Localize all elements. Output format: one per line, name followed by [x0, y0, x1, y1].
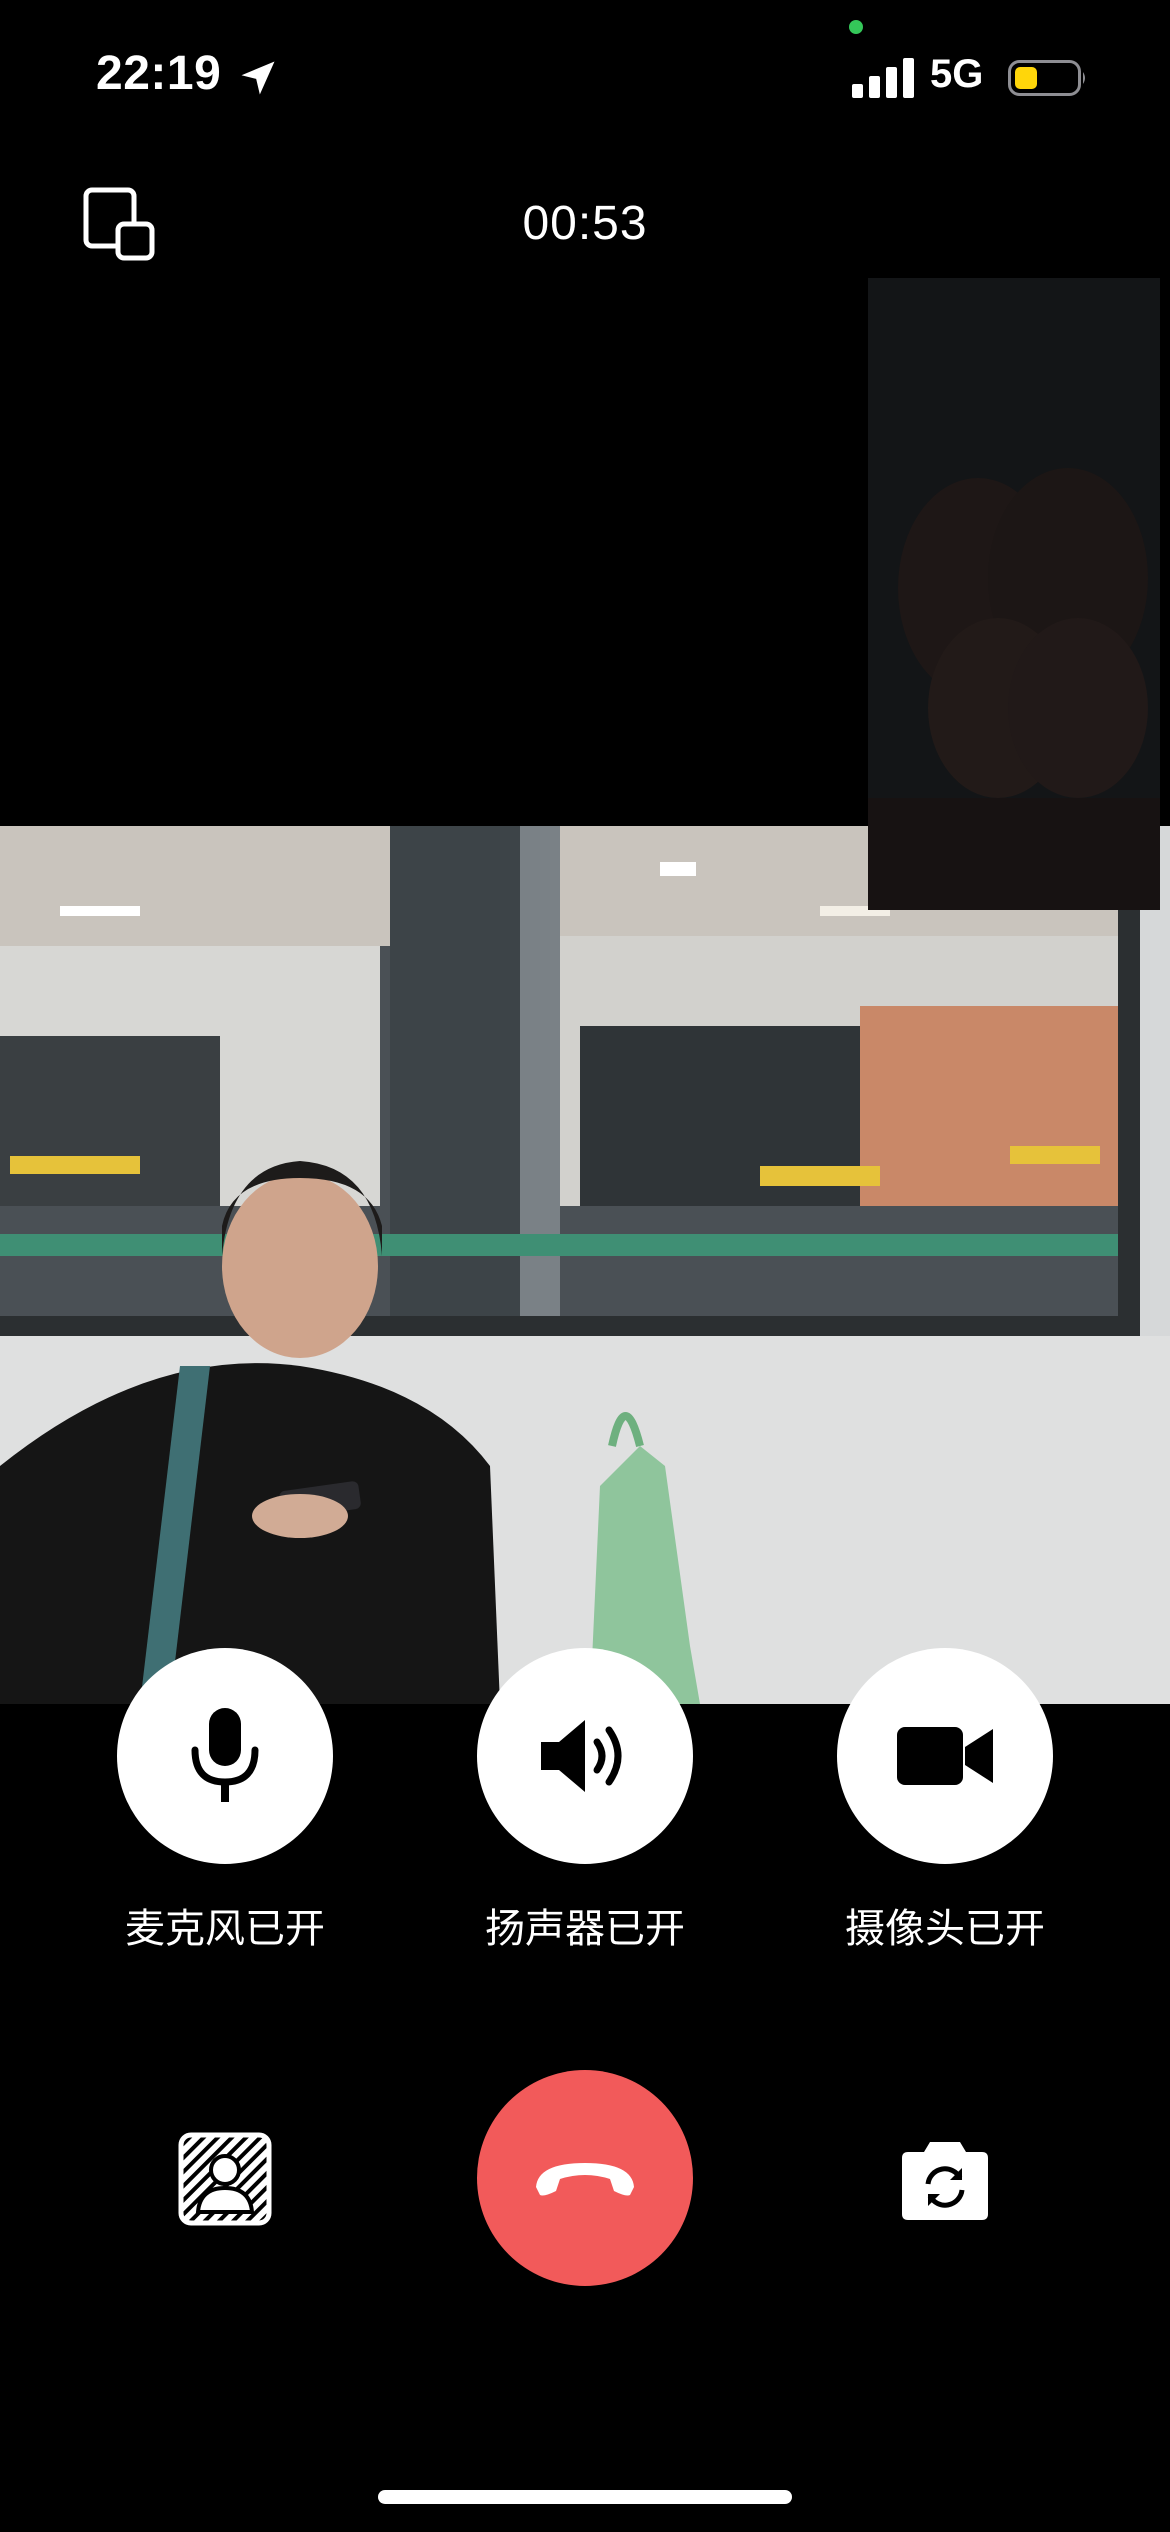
- speaker-button[interactable]: [477, 1648, 693, 1864]
- network-type: 5G: [930, 52, 984, 96]
- microphone-icon: [191, 1708, 259, 1802]
- self-video-preview[interactable]: [868, 278, 1160, 910]
- cellular-signal-icon: [852, 58, 914, 98]
- battery-icon: [1008, 60, 1085, 96]
- hangup-button[interactable]: [477, 2070, 693, 2286]
- microphone-status-label: 麦克风已开: [125, 1907, 325, 1951]
- self-preview-image: [868, 278, 1160, 910]
- camera-button[interactable]: [837, 1648, 1053, 1864]
- location-arrow-icon: [241, 61, 275, 95]
- status-time: 22:19: [96, 47, 222, 100]
- call-timer: 00:53: [522, 197, 648, 250]
- camera-switch-icon[interactable]: [898, 2138, 992, 2222]
- remote-video-feed[interactable]: [0, 826, 1170, 1704]
- home-indicator[interactable]: [378, 2490, 792, 2504]
- microphone-button[interactable]: [117, 1648, 333, 1864]
- camera-status-label: 摄像头已开: [845, 1907, 1045, 1951]
- speaker-icon: [541, 1720, 622, 1792]
- subway-scene-image: [0, 826, 1170, 1704]
- speaker-status-label: 扬声器已开: [485, 1907, 685, 1951]
- camera-in-use-indicator: [849, 20, 863, 34]
- video-camera-icon: [897, 1727, 993, 1785]
- phone-hangup-icon: [536, 2163, 634, 2196]
- person-blur-icon[interactable]: [178, 2132, 272, 2226]
